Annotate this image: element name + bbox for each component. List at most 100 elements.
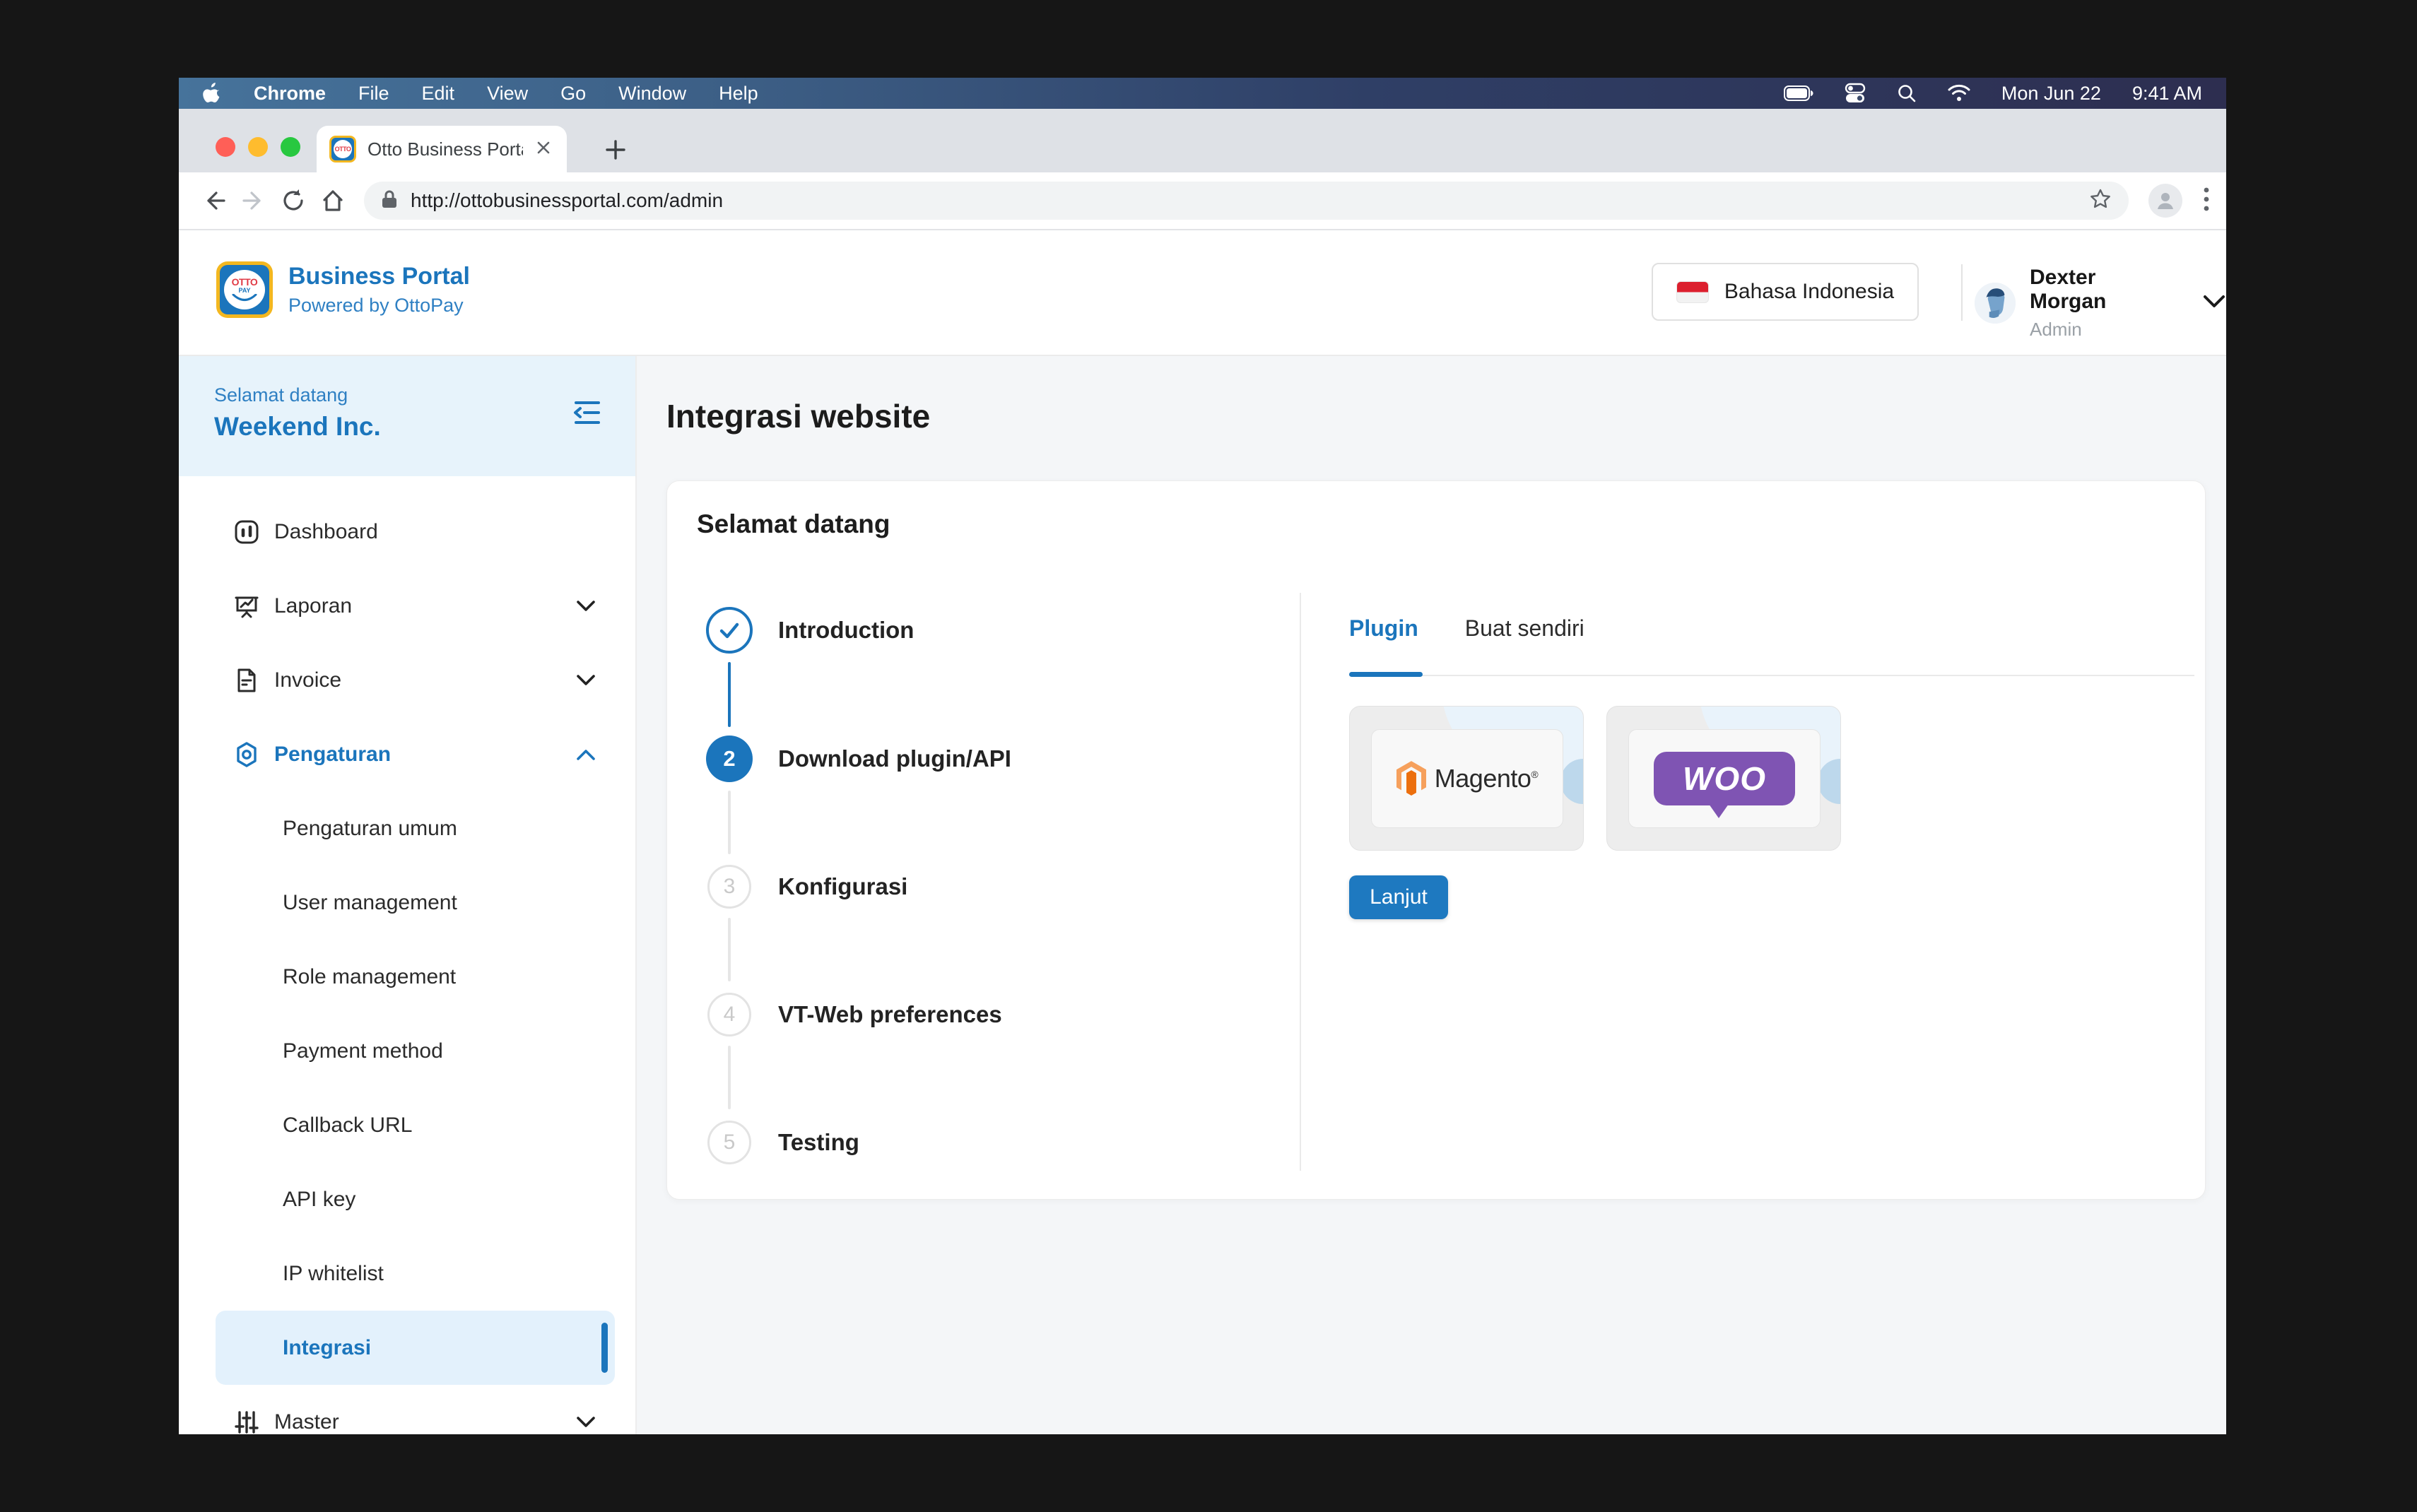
tabs-baseline — [1349, 675, 2194, 676]
reload-button[interactable] — [274, 181, 313, 220]
window-zoom-button[interactable] — [281, 137, 300, 157]
plugin-card-woocommerce[interactable]: WOO — [1606, 706, 1841, 851]
report-board-icon — [233, 593, 260, 620]
menu-view[interactable]: View — [487, 83, 528, 105]
step-connector — [728, 791, 731, 854]
new-tab-button[interactable] — [603, 137, 628, 163]
sidebar-item-master[interactable]: Master — [179, 1385, 635, 1434]
menu-window[interactable]: Window — [618, 83, 686, 105]
step-5-circle[interactable]: 5 — [707, 1121, 751, 1164]
magento-logo-icon — [1396, 761, 1426, 796]
menu-bar-time[interactable]: 9:41 AM — [2132, 83, 2202, 105]
url-text: http://ottobusinessportal.com/admin — [411, 189, 2076, 212]
chevron-down-icon — [576, 1416, 596, 1429]
web-page: OTTO PAY Business Portal Powered by Otto… — [179, 230, 2226, 1434]
step-connector — [728, 1046, 731, 1109]
tab-buat-sendiri[interactable]: Buat sendiri — [1465, 615, 1584, 642]
sidebar-subitem-user-management[interactable]: User management — [179, 866, 635, 940]
chevron-down-icon — [576, 674, 596, 687]
forward-button[interactable] — [234, 181, 274, 220]
step-2-label[interactable]: Download plugin/API — [778, 745, 1011, 772]
check-icon — [715, 616, 743, 644]
sidebar-collapse-icon[interactable] — [570, 396, 604, 430]
menu-file[interactable]: File — [358, 83, 389, 105]
window-close-button[interactable] — [216, 137, 235, 157]
user-menu[interactable]: Dexter Morgan Admin — [1975, 266, 2226, 341]
window-minimize-button[interactable] — [248, 137, 268, 157]
screen: Chrome File Edit View Go Window Help Mon… — [179, 78, 2226, 1434]
step-4-label[interactable]: VT-Web preferences — [778, 1001, 1002, 1028]
menu-chrome[interactable]: Chrome — [254, 83, 326, 105]
step-3-circle[interactable]: 3 — [707, 865, 751, 909]
sidebar-subitem-callback-url[interactable]: Callback URL — [179, 1088, 635, 1162]
address-bar[interactable]: http://ottobusinessportal.com/admin — [364, 182, 2129, 220]
macos-menu-bar: Chrome File Edit View Go Window Help Mon… — [179, 78, 2226, 109]
step-4-circle[interactable]: 4 — [707, 993, 751, 1036]
sidebar-item-dashboard[interactable]: Dashboard — [179, 495, 635, 569]
step-1-label[interactable]: Introduction — [778, 617, 914, 644]
sidebar-subitem-payment-method[interactable]: Payment method — [179, 1014, 635, 1088]
settings-hexagon-icon — [233, 741, 260, 768]
tab-plugin[interactable]: Plugin — [1349, 615, 1418, 642]
woocommerce-logo-icon: WOO — [1654, 752, 1795, 805]
browser-tab-strip: OTTO Otto Business Portal — [179, 109, 2226, 172]
lock-icon — [381, 189, 398, 213]
sliders-icon — [233, 1409, 260, 1435]
user-avatar — [1975, 283, 2016, 324]
sidebar-subitem-integrasi[interactable]: Integrasi — [216, 1311, 615, 1385]
brand-tagline: Powered by OttoPay — [288, 295, 470, 317]
site-header: OTTO PAY Business Portal Powered by Otto… — [179, 230, 2226, 356]
indonesia-flag-icon — [1676, 281, 1709, 303]
step-3-label[interactable]: Konfigurasi — [778, 873, 907, 900]
otto-favicon-icon: OTTO — [329, 136, 356, 163]
header-divider — [1961, 264, 1963, 321]
sidebar-item-pengaturan[interactable]: Pengaturan — [179, 717, 635, 791]
sidebar-subitem-ip-whitelist[interactable]: IP whitelist — [179, 1236, 635, 1311]
home-button[interactable] — [313, 181, 353, 220]
page-title: Integrasi website — [666, 397, 930, 435]
spotlight-search-icon[interactable] — [1897, 83, 1917, 103]
integration-card: Selamat datang Introduction 2 Download p… — [666, 480, 2206, 1200]
step-connector — [728, 662, 731, 727]
step-5-label[interactable]: Testing — [778, 1129, 859, 1156]
menu-go[interactable]: Go — [560, 83, 586, 105]
continue-button[interactable]: Lanjut — [1349, 875, 1448, 919]
brand-name: Business Portal — [288, 263, 470, 290]
plugin-card-magento[interactable]: Magento® — [1349, 706, 1584, 851]
menu-bar-date[interactable]: Mon Jun 22 — [2001, 83, 2101, 105]
user-role: Admin — [2030, 319, 2175, 341]
menu-edit[interactable]: Edit — [422, 83, 455, 105]
control-center-icon[interactable] — [1845, 83, 1866, 104]
dashboard-icon — [233, 519, 260, 545]
tab-title: Otto Business Portal — [367, 138, 523, 160]
main-content: Integrasi website Selamat datang Introdu… — [637, 356, 2226, 1434]
browser-profile-icon[interactable] — [2148, 184, 2182, 218]
sidebar-subitem-pengaturan-umum[interactable]: Pengaturan umum — [179, 791, 635, 866]
wifi-icon[interactable] — [1948, 84, 1970, 102]
browser-menu-kebab-icon[interactable] — [2202, 185, 2211, 217]
card-title: Selamat datang — [697, 509, 890, 539]
invoice-document-icon — [233, 667, 260, 694]
back-button[interactable] — [194, 181, 234, 220]
tab-close-icon[interactable] — [534, 138, 553, 160]
battery-icon[interactable] — [1784, 85, 1813, 101]
sidebar-subitem-api-key[interactable]: API key — [179, 1162, 635, 1236]
card-vertical-divider — [1300, 593, 1301, 1171]
menu-help[interactable]: Help — [719, 83, 758, 105]
browser-toolbar: http://ottobusinessportal.com/admin — [179, 172, 2226, 230]
step-2-circle[interactable]: 2 — [706, 736, 753, 782]
sidebar-subitem-role-management[interactable]: Role management — [179, 940, 635, 1014]
browser-tab[interactable]: OTTO Otto Business Portal — [317, 126, 567, 172]
sidebar-item-invoice[interactable]: Invoice — [179, 643, 635, 717]
step-1-circle[interactable] — [706, 607, 753, 654]
apple-logo-icon[interactable] — [203, 83, 221, 104]
user-name: Dexter Morgan — [2030, 266, 2175, 314]
chevron-down-icon — [576, 600, 596, 613]
sidebar-item-laporan[interactable]: Laporan — [179, 569, 635, 643]
magento-logo-text: Magento® — [1435, 764, 1538, 793]
language-selector-button[interactable]: Bahasa Indonesia — [1652, 263, 1919, 321]
ottopay-logo-icon: OTTO PAY — [216, 261, 273, 318]
bookmark-star-icon[interactable] — [2089, 188, 2112, 214]
user-chevron-down-icon — [2202, 294, 2226, 313]
brand: OTTO PAY Business Portal Powered by Otto… — [216, 261, 470, 318]
